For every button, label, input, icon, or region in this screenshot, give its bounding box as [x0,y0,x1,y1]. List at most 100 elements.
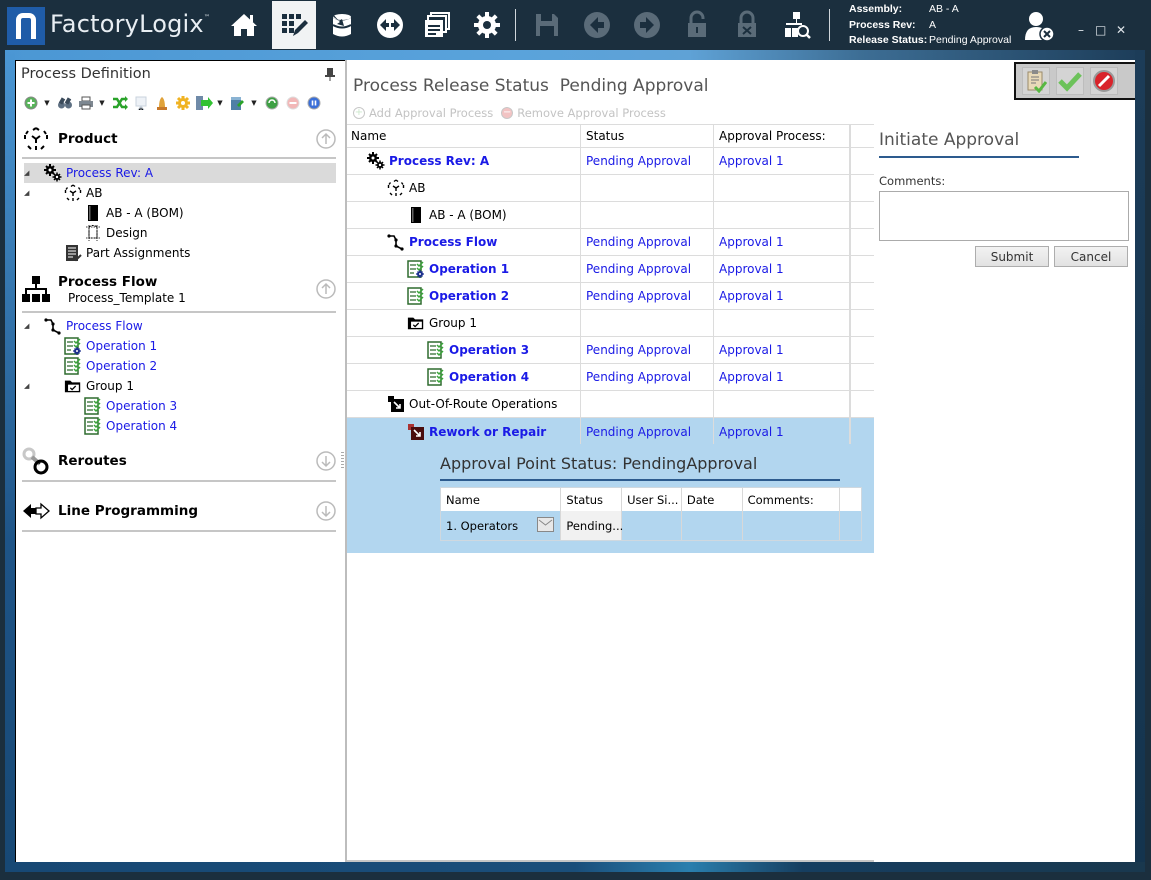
pause-icon[interactable] [305,95,323,111]
table-row[interactable]: AB - A (BOM) [347,202,874,229]
user-logout-icon[interactable] [1024,10,1056,42]
row-name-text[interactable]: Operation 3 [449,343,529,357]
tree-item[interactable]: Operation 1 [24,336,157,356]
product-section-header[interactable]: Product [22,122,336,156]
column-header-name[interactable]: Name [441,488,562,511]
bell-icon[interactable] [153,95,171,111]
tree-item[interactable]: AB - A (BOM) [24,203,184,223]
submit-button[interactable]: Submit [975,246,1049,267]
tree-item[interactable]: ◢ AB [24,183,102,203]
column-header-date[interactable]: Date [682,488,743,511]
table-row[interactable]: AB [347,175,874,202]
presentation-icon[interactable] [132,95,150,111]
expand-down-icon[interactable] [316,501,336,521]
table-row[interactable]: Operation 3 Pending Approval Approval 1 [347,337,874,364]
navigate-button[interactable] [368,1,412,49]
refresh-icon[interactable] [263,95,281,111]
row-name-text[interactable]: Operation 2 [429,289,509,303]
row-approval-process[interactable] [714,202,850,228]
print-icon[interactable] [77,95,95,111]
reroutes-section-header[interactable]: Reroutes [22,444,336,478]
add-icon[interactable] [22,95,40,111]
row-name-text[interactable]: Operation 1 [429,262,509,276]
row-approval-process[interactable]: Approval 1 [714,364,850,390]
row-approval-process[interactable]: Approval 1 [714,283,850,309]
hierarchy-search-button[interactable] [775,1,819,49]
minimize-button[interactable]: – [1078,24,1084,36]
windows-button[interactable] [415,1,459,49]
expand-toggle-icon[interactable]: ◢ [24,382,34,390]
back-button[interactable] [575,1,619,49]
column-header-status[interactable]: Status [581,125,714,147]
column-header-approval[interactable]: Approval Process: [714,125,850,147]
table-row[interactable]: Process Flow Pending Approval Approval 1 [347,229,874,256]
table-row[interactable]: Operation 1 Pending Approval Approval 1 [347,256,874,283]
row-approval-process[interactable]: Approval 1 [714,256,850,282]
table-row[interactable]: Process Rev: A Pending Approval Approval 1 [347,148,874,175]
approve-button[interactable] [1056,67,1084,95]
reject-button[interactable] [1090,67,1118,95]
save-button[interactable] [525,1,569,49]
table-row[interactable]: Operation 2 Pending Approval Approval 1 [347,283,874,310]
gear-gold-icon[interactable] [174,95,192,111]
tree-item[interactable]: ◢ Process Flow [24,316,143,336]
home-button[interactable] [222,1,266,49]
add-approval-process-button[interactable]: + Add Approval Process [353,106,493,120]
database-import-button[interactable] [320,1,364,49]
line-programming-section-header[interactable]: Line Programming [22,494,336,528]
column-header-status[interactable]: Status [561,488,623,511]
collapse-up-icon[interactable] [316,279,336,299]
expand-toggle-icon[interactable]: ◢ [24,169,34,177]
remove-approval-process-button[interactable]: − Remove Approval Process [501,106,666,120]
table-row[interactable]: Rework or Repair Pending Approval Approval… [347,418,874,445]
process-flow-section-header[interactable]: Process Flow Process_Template 1 [22,272,336,306]
row-name-text[interactable]: Rework or Repair [429,425,546,439]
pin-icon[interactable] [324,67,336,81]
tree-item[interactable]: Operation 2 [24,356,157,376]
row-approval-process[interactable]: Approval 1 [714,418,850,445]
detail-row[interactable]: 1. Operators Pending... [441,511,861,540]
export-icon[interactable] [195,95,213,111]
close-button[interactable]: ✕ [1116,24,1126,36]
panel-splitter[interactable] [341,452,344,470]
row-name-text[interactable]: Process Rev: A [389,154,489,168]
remove-icon[interactable] [284,95,302,111]
shuffle-icon[interactable] [111,95,129,111]
lock-cancel-button[interactable] [725,1,769,49]
tree-item[interactable]: ◢ Group 1 [24,376,134,396]
expand-down-icon[interactable] [316,451,336,471]
settings-button[interactable] [465,1,509,49]
dropdown-arrow-icon[interactable]: ▼ [98,99,106,107]
table-row[interactable]: Out-Of-Route Operations [347,391,874,418]
row-name-text[interactable]: Process Flow [409,235,497,249]
tree-item[interactable]: Design [24,223,147,243]
table-row[interactable]: Operation 4 Pending Approval Approval 1 [347,364,874,391]
dropdown-arrow-icon[interactable]: ▼ [216,99,224,107]
row-approval-process[interactable] [714,310,850,336]
maximize-button[interactable]: □ [1095,24,1106,36]
forward-button[interactable] [625,1,669,49]
import-icon[interactable] [229,95,247,111]
initiate-approval-button[interactable] [1022,67,1050,95]
table-row[interactable]: Group 1 [347,310,874,337]
comments-input[interactable] [879,191,1129,241]
column-header-name[interactable]: Name [347,125,581,147]
row-approval-process[interactable]: Approval 1 [714,229,850,255]
dropdown-arrow-icon[interactable]: ▼ [43,99,51,107]
column-header-comments[interactable]: Comments: [743,488,841,511]
expand-toggle-icon[interactable]: ◢ [24,189,34,197]
expand-toggle-icon[interactable]: ◢ [24,322,34,330]
column-header-user-signature[interactable]: User Si... [622,488,682,511]
row-approval-process[interactable] [714,391,850,417]
row-approval-process[interactable]: Approval 1 [714,148,850,174]
row-approval-process[interactable] [714,175,850,201]
tree-item[interactable]: Part Assignments [24,243,190,263]
binoculars-icon[interactable] [56,95,74,111]
row-approval-process[interactable]: Approval 1 [714,337,850,363]
email-icon[interactable] [537,517,555,532]
dropdown-arrow-icon[interactable]: ▼ [250,99,258,107]
cancel-button[interactable]: Cancel [1054,246,1128,267]
tree-item[interactable]: ◢ Process Rev: A [24,163,336,183]
process-editor-button[interactable] [272,1,316,49]
collapse-up-icon[interactable] [316,129,336,149]
